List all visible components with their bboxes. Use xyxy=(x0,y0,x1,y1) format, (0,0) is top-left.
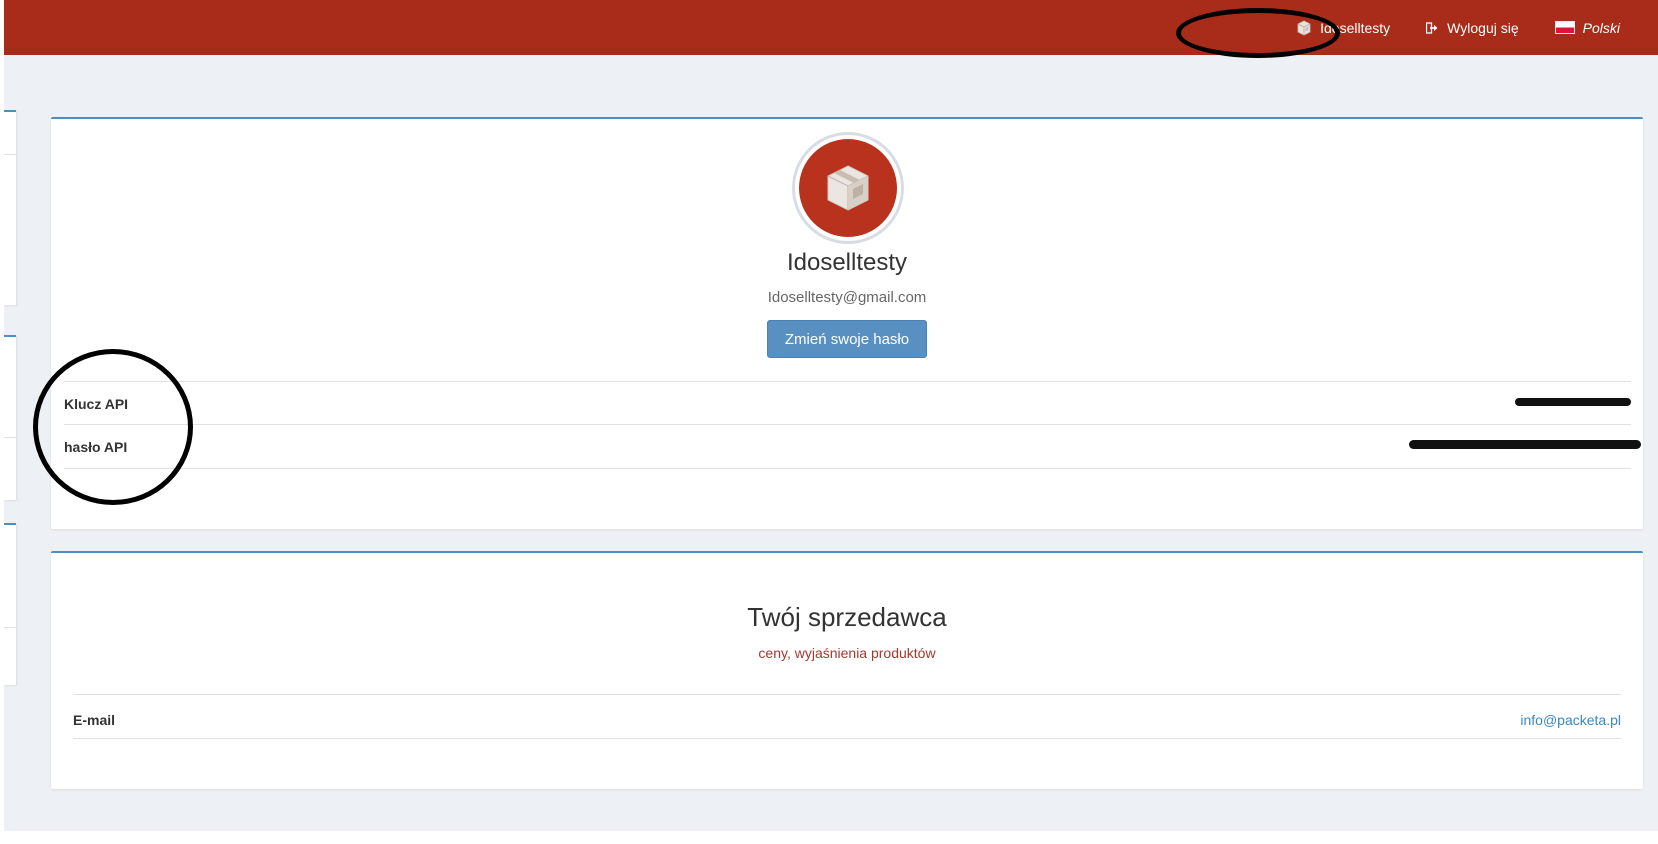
divider xyxy=(73,738,1621,739)
divider xyxy=(64,468,1631,469)
api-key-value-redacted xyxy=(1515,398,1631,406)
poland-flag-icon xyxy=(1554,21,1575,34)
divider xyxy=(64,424,1631,425)
seller-email-link[interactable]: info@packeta.pl xyxy=(1520,712,1621,728)
top-navbar: Idoselltesty Wyloguj się Polski xyxy=(4,0,1658,55)
sidebar-card-1 xyxy=(4,110,16,305)
user-menu-link[interactable]: Idoselltesty xyxy=(1278,0,1408,55)
box-icon xyxy=(1296,20,1312,36)
profile-name: Idoselltesty xyxy=(786,249,908,276)
seller-subtitle: ceny, wyjaśnienia produktów xyxy=(758,645,936,661)
profile-card: Idoselltesty Idoselltesty@gmail.com Zmie… xyxy=(51,117,1643,529)
seller-card: Twój sprzedawca ceny, wyjaśnienia produk… xyxy=(51,551,1643,789)
user-menu-label: Idoselltesty xyxy=(1320,19,1391,36)
change-password-button[interactable]: Zmień swoje hasło xyxy=(767,320,927,358)
logout-icon xyxy=(1426,21,1439,34)
navbar-right: Idoselltesty Wyloguj się Polski xyxy=(1278,0,1638,55)
divider xyxy=(64,381,1631,382)
logout-label: Wyloguj się xyxy=(1447,19,1519,36)
box-icon xyxy=(799,139,897,237)
seller-title: Twój sprzedawca xyxy=(747,602,947,632)
page-bottom xyxy=(0,831,1658,844)
avatar xyxy=(792,132,904,244)
sidebar-card-2 xyxy=(4,335,16,500)
api-password-value-redacted xyxy=(1409,440,1641,449)
api-password-label: hasło API xyxy=(64,439,128,455)
api-key-label: Klucz API xyxy=(64,396,129,412)
profile-email: Idoselltesty@gmail.com xyxy=(767,289,927,306)
sidebar-card-3 xyxy=(4,523,16,685)
language-label: Polski xyxy=(1582,19,1620,36)
seller-email-label: E-mail xyxy=(73,712,116,728)
language-switcher[interactable]: Polski xyxy=(1537,0,1638,55)
logout-link[interactable]: Wyloguj się xyxy=(1408,0,1536,55)
divider xyxy=(73,694,1621,695)
